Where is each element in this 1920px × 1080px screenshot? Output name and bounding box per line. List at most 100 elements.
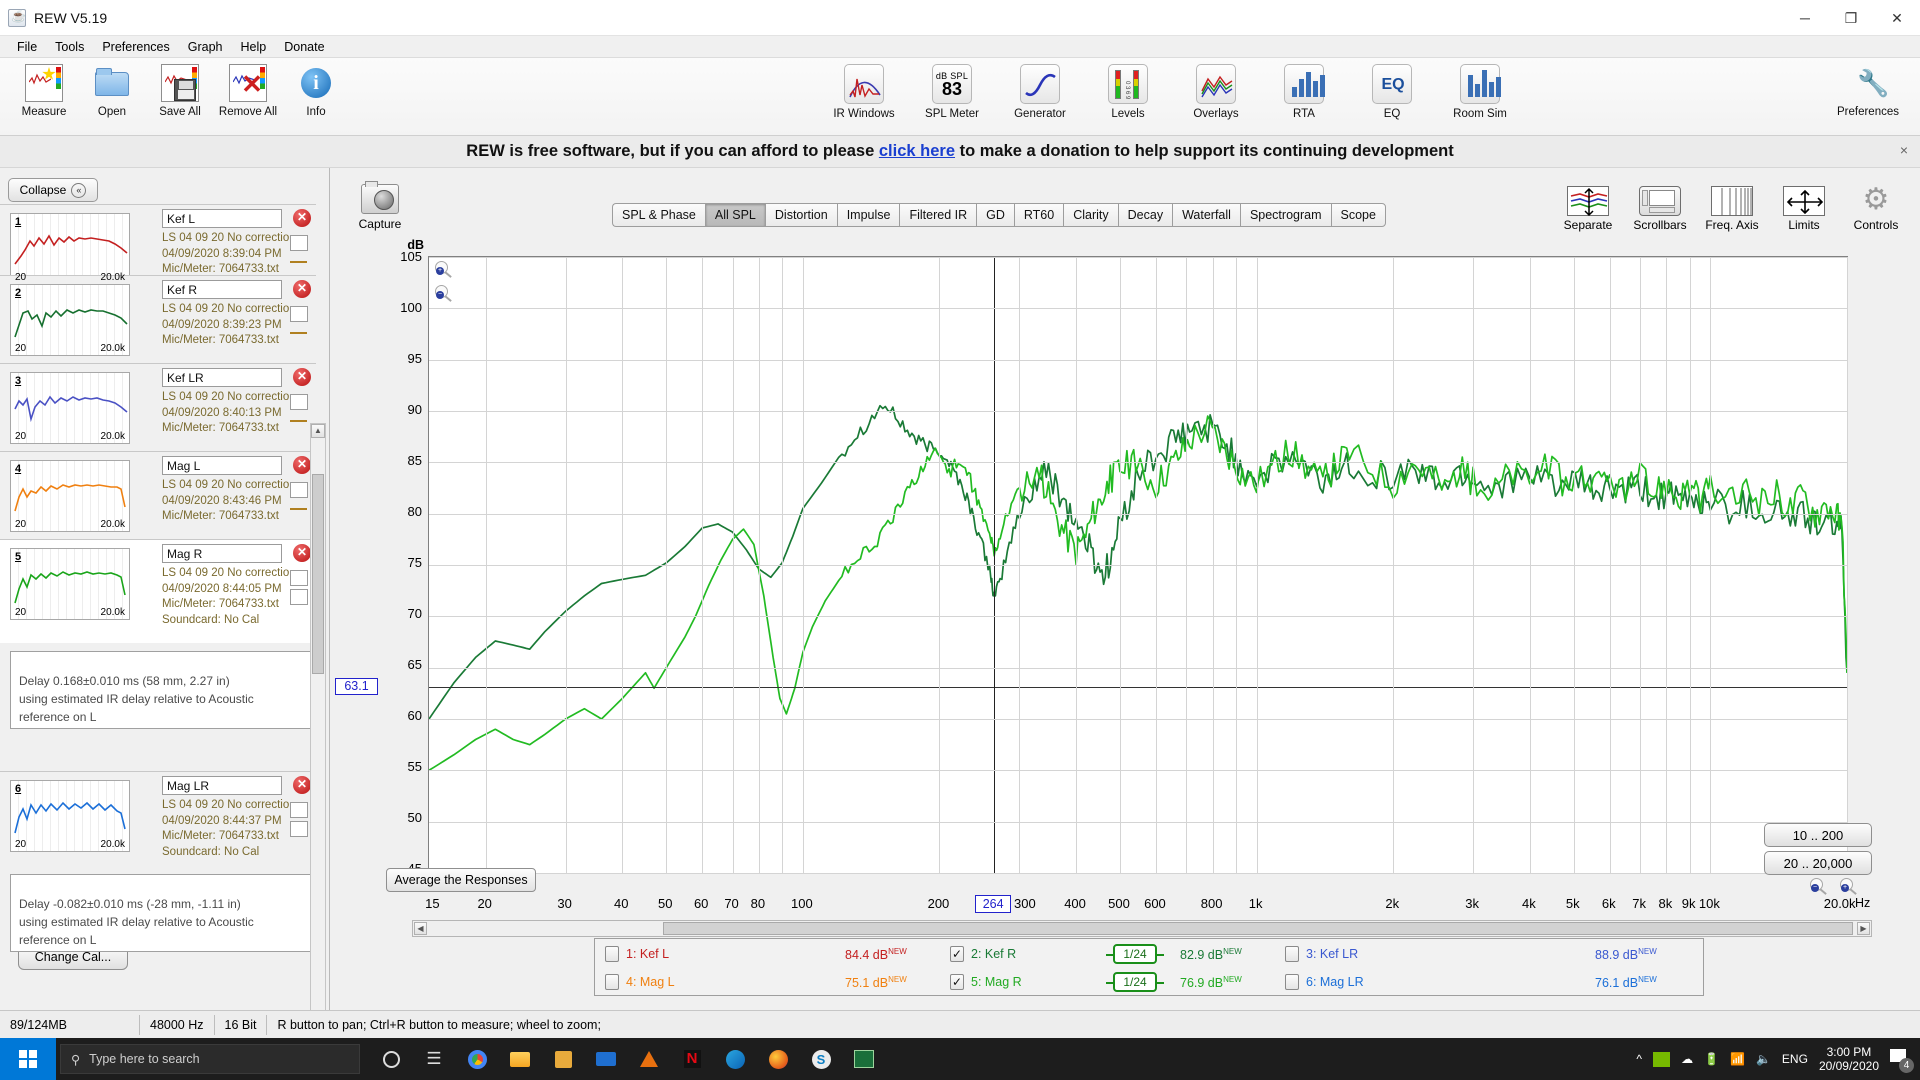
chart-horizontal-scrollbar[interactable]: ◀ ▶ — [412, 920, 1872, 937]
zoom-out-icon[interactable]: − — [1810, 878, 1828, 896]
list-item[interactable]: 6 20 20.0k Mag LR ✕ LS 04 09 20 No corre… — [0, 771, 316, 859]
tab-gd[interactable]: GD — [976, 203, 1014, 227]
measurement-thumbnail[interactable]: 2 20 20.0k — [10, 284, 130, 356]
battery-icon[interactable]: 🔋 — [1704, 1052, 1719, 1066]
delete-measurement-icon[interactable]: ✕ — [293, 368, 311, 386]
language-indicator[interactable]: ENG — [1782, 1052, 1808, 1066]
notifications-icon[interactable]: 4 — [1890, 1049, 1914, 1073]
calibration-mini-icon[interactable] — [290, 821, 308, 837]
hscroll-thumb[interactable] — [663, 922, 1853, 935]
measurement-name-field[interactable]: Mag L — [162, 456, 282, 475]
task-view-icon[interactable]: ☰ — [415, 1040, 453, 1078]
legend-item-3[interactable]: 3: Kef LR — [1285, 940, 1358, 968]
legend-item-1[interactable]: 1: Kef L — [605, 940, 669, 968]
donation-link[interactable]: click here — [879, 142, 955, 160]
scrollbar-thumb[interactable] — [312, 474, 324, 674]
scope-mini-icon[interactable] — [290, 802, 308, 818]
limits-button[interactable]: Limits — [1768, 186, 1840, 232]
vlc-icon[interactable] — [630, 1040, 668, 1078]
tab-spl-phase[interactable]: SPL & Phase — [612, 203, 705, 227]
scroll-up-icon[interactable]: ▲ — [311, 424, 325, 438]
close-button[interactable]: ✕ — [1874, 0, 1920, 36]
legend-item-6[interactable]: 6: Mag LR — [1285, 968, 1364, 996]
ir-windows-button[interactable]: IR Windows — [820, 60, 908, 120]
measurement-name-field[interactable]: Kef L — [162, 209, 282, 228]
preferences-button[interactable]: 🔧 Preferences — [1834, 60, 1902, 118]
scope-mini-icon[interactable] — [290, 235, 308, 251]
legend-checkbox-1[interactable] — [605, 946, 619, 962]
volume-icon[interactable]: 🔈 — [1756, 1052, 1771, 1066]
menu-graph[interactable]: Graph — [179, 38, 232, 56]
taskbar-search[interactable]: ⚲ Type here to search — [60, 1044, 360, 1074]
store-icon[interactable] — [544, 1040, 582, 1078]
delete-measurement-icon[interactable]: ✕ — [293, 209, 311, 227]
delete-measurement-icon[interactable]: ✕ — [293, 776, 311, 794]
controls-button[interactable]: ⚙ Controls — [1840, 185, 1912, 233]
open-button[interactable]: Open — [78, 60, 146, 118]
nvidia-icon[interactable] — [1653, 1051, 1671, 1067]
tab-scope[interactable]: Scope — [1330, 203, 1386, 227]
scroll-left-icon[interactable]: ◀ — [414, 922, 427, 935]
onedrive-icon[interactable]: ☁ — [1681, 1052, 1693, 1066]
scope-mini-icon[interactable] — [290, 394, 308, 410]
scope-mini-icon[interactable] — [290, 570, 308, 586]
chrome-icon[interactable] — [458, 1040, 496, 1078]
tab-rt60[interactable]: RT60 — [1013, 203, 1064, 227]
list-item[interactable]: 4 20 20.0k Mag L ✕ LS 04 09 20 No correc… — [0, 451, 316, 539]
skype-icon[interactable]: S — [802, 1040, 840, 1078]
panel-scrollbar[interactable]: ▲ ▼ — [310, 423, 326, 1063]
maximize-button[interactable]: ❐ — [1828, 0, 1874, 36]
delete-measurement-icon[interactable]: ✕ — [293, 544, 311, 562]
list-item[interactable]: 5 20 20.0k Mag R ✕ LS 04 09 20 No correc… — [0, 539, 316, 643]
plot-area[interactable]: + − — [428, 256, 1848, 874]
minimize-button[interactable]: ─ — [1782, 0, 1828, 36]
legend-checkbox-2[interactable]: ✓ — [950, 946, 964, 962]
legend-checkbox-5[interactable]: ✓ — [950, 974, 964, 990]
firefox-icon[interactable] — [759, 1040, 797, 1078]
scope-mini-icon[interactable] — [290, 482, 308, 498]
legend-item-4[interactable]: 4: Mag L — [605, 968, 675, 996]
measurement-thumbnail[interactable]: 3 20 20.0k — [10, 372, 130, 444]
separate-button[interactable]: Separate — [1552, 186, 1624, 232]
clock[interactable]: 3:00 PM 20/09/2020 — [1819, 1045, 1879, 1073]
zoom-in-icon[interactable]: + — [1840, 878, 1858, 896]
tab-distortion[interactable]: Distortion — [764, 203, 837, 227]
netflix-icon[interactable]: N — [673, 1040, 711, 1078]
tab-impulse[interactable]: Impulse — [836, 203, 900, 227]
legend-checkbox-4[interactable] — [605, 974, 619, 990]
delete-measurement-icon[interactable]: ✕ — [293, 456, 311, 474]
list-item[interactable]: 2 20 20.0k Kef R ✕ LS 04 09 20 No correc… — [0, 275, 316, 363]
remove-all-button[interactable]: ✕ Remove All — [214, 60, 282, 118]
scope-mini-icon[interactable] — [290, 306, 308, 322]
scrollbars-button[interactable]: Scrollbars — [1624, 186, 1696, 232]
tray-expand-icon[interactable]: ^ — [1636, 1052, 1642, 1066]
freq-axis-button[interactable]: Freq. Axis — [1696, 186, 1768, 232]
menu-preferences[interactable]: Preferences — [93, 38, 178, 56]
tab-waterfall[interactable]: Waterfall — [1172, 203, 1240, 227]
measure-button[interactable]: Measure — [10, 60, 78, 118]
wifi-icon[interactable]: 📶 — [1730, 1052, 1745, 1066]
measurement-thumbnail[interactable]: 4 20 20.0k — [10, 460, 130, 532]
menu-help[interactable]: Help — [232, 38, 276, 56]
info-button[interactable]: i Info — [282, 60, 350, 118]
collapse-button[interactable]: Collapse « — [8, 178, 98, 202]
legend-item-2[interactable]: ✓ 2: Kef R — [950, 940, 1016, 968]
levels-button[interactable]: 0 3 6 9 Levels — [1084, 60, 1172, 120]
spl-meter-button[interactable]: dB SPL 83 SPL Meter — [908, 60, 996, 120]
tab-spectrogram[interactable]: Spectrogram — [1239, 203, 1331, 227]
edge-icon[interactable] — [716, 1040, 754, 1078]
measurement-name-field[interactable]: Mag R — [162, 544, 282, 563]
delete-measurement-icon[interactable]: ✕ — [293, 280, 311, 298]
range-button-20-20000[interactable]: 20 .. 20,000 — [1764, 851, 1872, 875]
start-button[interactable] — [0, 1038, 56, 1080]
tab-all-spl[interactable]: All SPL — [704, 203, 765, 227]
average-responses-button[interactable]: Average the Responses — [386, 868, 536, 892]
room-sim-button[interactable]: Room Sim — [1436, 60, 1524, 120]
file-explorer-icon[interactable] — [501, 1040, 539, 1078]
measurement-thumbnail[interactable]: 6 20 20.0k — [10, 780, 130, 852]
smoothing-badge-5[interactable]: 1/24 — [1106, 972, 1164, 992]
legend-checkbox-6[interactable] — [1285, 974, 1299, 990]
mail-icon[interactable] — [587, 1040, 625, 1078]
list-item[interactable]: 3 20 20.0k Kef LR ✕ LS 04 09 20 No corre… — [0, 363, 316, 451]
calibration-mini-icon[interactable] — [290, 589, 308, 605]
